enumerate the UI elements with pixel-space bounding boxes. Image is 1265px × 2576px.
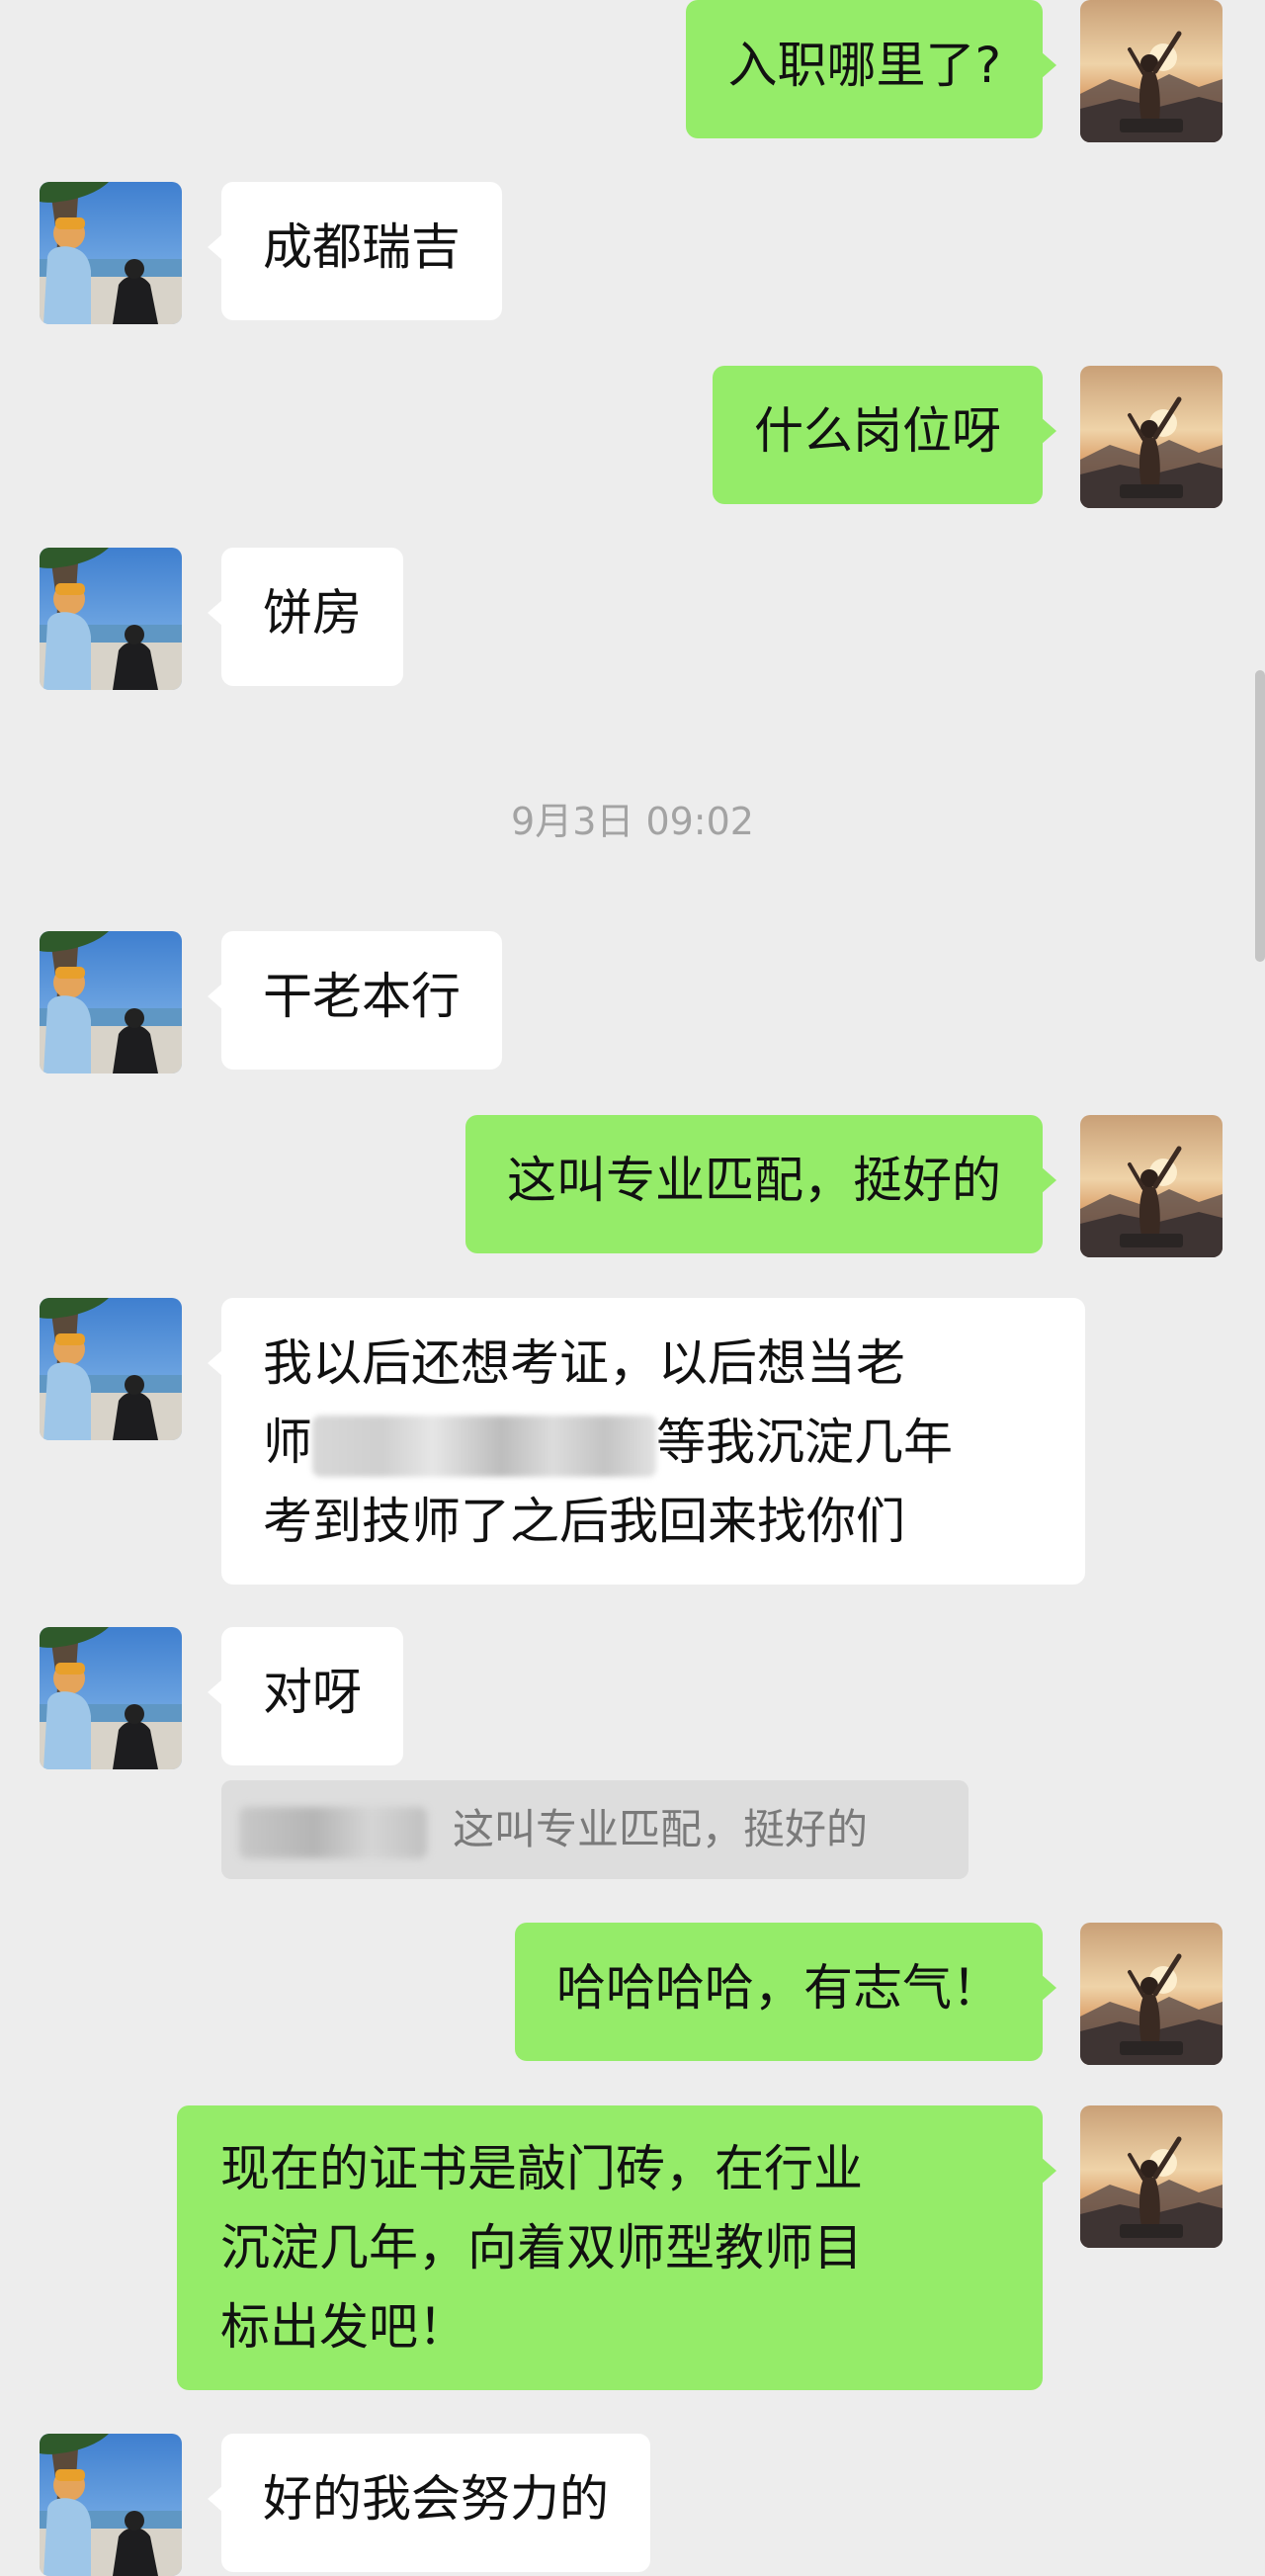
message-line: 我以后还想考证，以后想当老 bbox=[263, 1334, 905, 1392]
beach-tree-man-icon bbox=[40, 182, 182, 324]
sunset-woman-icon bbox=[1080, 366, 1223, 508]
message-bubble-outgoing[interactable]: 现在的证书是敲门砖，在行业 沉淀几年，向着双师型教师目 标出发吧！ bbox=[177, 2105, 1056, 2390]
message-text: 等我沉淀几年 bbox=[656, 1414, 953, 1471]
contact-avatar[interactable] bbox=[40, 2434, 182, 2576]
self-avatar[interactable] bbox=[1080, 366, 1223, 508]
self-avatar[interactable] bbox=[1080, 1115, 1223, 1257]
beach-tree-man-icon bbox=[40, 548, 182, 690]
message-line: 考到技师了之后我回来找你们 bbox=[263, 1493, 905, 1550]
self-avatar[interactable] bbox=[1080, 0, 1223, 142]
message-bubble-outgoing[interactable]: 哈哈哈哈，有志气！ bbox=[515, 1923, 1056, 2061]
message-bubble-outgoing[interactable]: 这叫专业匹配，挺好的 bbox=[465, 1115, 1056, 1253]
contact-avatar[interactable] bbox=[40, 548, 182, 690]
sunset-woman-icon bbox=[1080, 1115, 1223, 1257]
message-line: 师 等我沉淀几年 bbox=[263, 1403, 1044, 1482]
message-bubble-outgoing[interactable]: 入职哪里了? bbox=[686, 0, 1056, 138]
beach-tree-man-icon bbox=[40, 1627, 182, 1769]
message-line: 标出发吧！ bbox=[220, 2298, 467, 2356]
redacted-text bbox=[312, 1415, 656, 1477]
self-avatar[interactable] bbox=[1080, 2105, 1223, 2248]
message-bubble-incoming[interactable]: 干老本行 bbox=[208, 931, 502, 1070]
message-line: 现在的证书是敲门砖，在行业 bbox=[220, 2140, 863, 2197]
beach-tree-man-icon bbox=[40, 1298, 182, 1440]
message-bubble-outgoing[interactable]: 什么岗位呀 bbox=[713, 366, 1056, 504]
beach-tree-man-icon bbox=[40, 931, 182, 1073]
contact-avatar[interactable] bbox=[40, 1298, 182, 1440]
sunset-woman-icon bbox=[1080, 0, 1223, 142]
message-bubble-incoming[interactable]: 对呀 bbox=[208, 1627, 403, 1765]
message-timestamp: 9月3日 09:02 bbox=[511, 800, 754, 843]
contact-avatar[interactable] bbox=[40, 182, 182, 324]
scrollbar[interactable] bbox=[1255, 670, 1265, 962]
message-line: 沉淀几年，向着双师型教师目 bbox=[220, 2219, 863, 2276]
quoted-message[interactable]: 这叫专业匹配，挺好的 bbox=[221, 1780, 969, 1879]
beach-tree-man-icon bbox=[40, 2434, 182, 2576]
message-bubble-incoming[interactable]: 好的我会努力的 bbox=[208, 2434, 650, 2572]
self-avatar[interactable] bbox=[1080, 1923, 1223, 2065]
sunset-woman-icon bbox=[1080, 1923, 1223, 2065]
message-text: 师 bbox=[263, 1414, 312, 1471]
quoted-text: 这叫专业匹配，挺好的 bbox=[453, 1805, 869, 1853]
message-bubble-incoming[interactable]: 饼房 bbox=[208, 548, 403, 686]
sunset-woman-icon bbox=[1080, 2105, 1223, 2248]
message-bubble-incoming[interactable]: 成都瑞吉 bbox=[208, 182, 502, 320]
contact-avatar[interactable] bbox=[40, 1627, 182, 1769]
message-bubble-incoming[interactable]: 我以后还想考证，以后想当老 师 等我沉淀几年 考到技师了之后我回来找你们 bbox=[208, 1298, 1085, 1585]
redacted-sender-name bbox=[239, 1806, 427, 1858]
contact-avatar[interactable] bbox=[40, 931, 182, 1073]
chat-area[interactable]: 入职哪里了? 成都瑞吉 什么岗位呀 饼房 9月3日 09:02 干老本行 这叫专… bbox=[0, 0, 1265, 2576]
